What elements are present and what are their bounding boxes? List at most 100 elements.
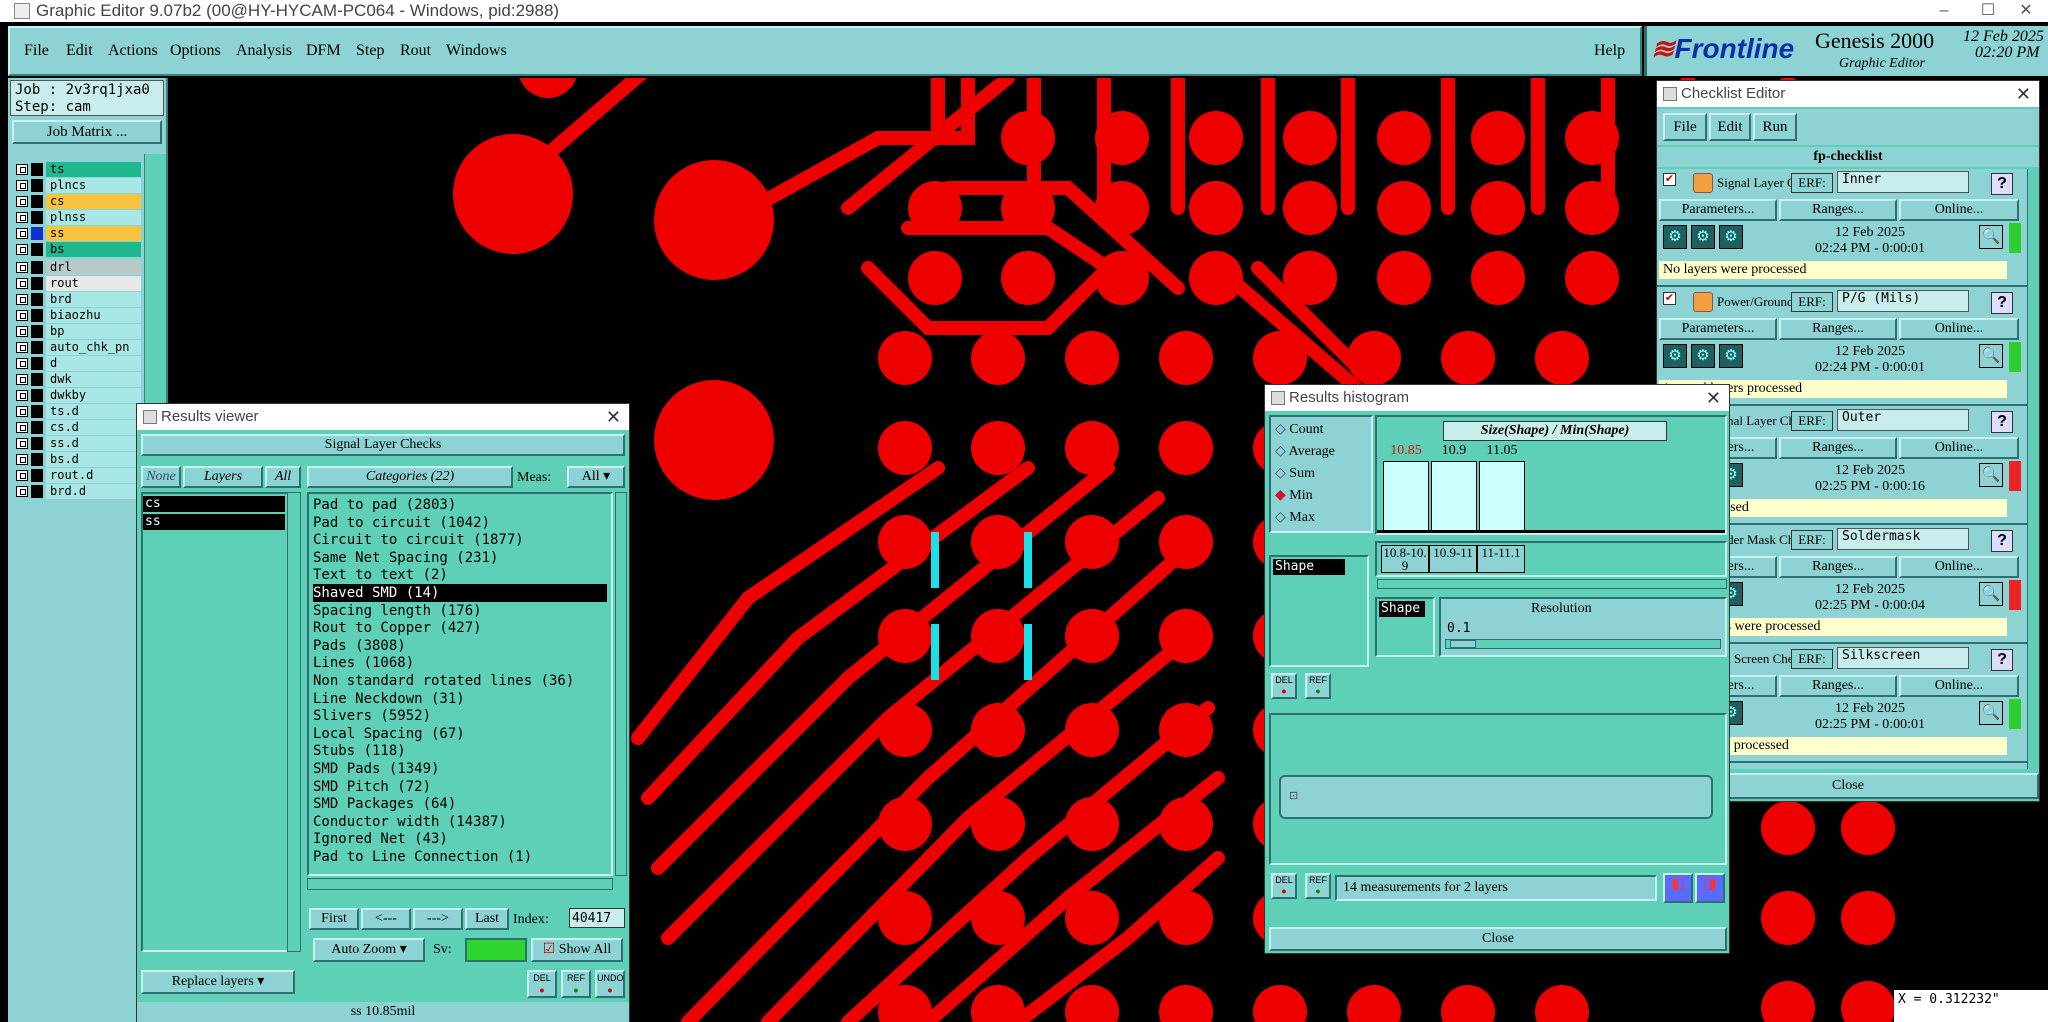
layer-color-swatch[interactable] xyxy=(31,277,43,290)
histogram-bar[interactable] xyxy=(1479,461,1525,533)
layer-color-swatch[interactable] xyxy=(31,373,43,386)
help-icon[interactable]: ? xyxy=(1991,649,2013,671)
layer-color-swatch[interactable] xyxy=(31,357,43,370)
layer-name[interactable]: ts xyxy=(46,162,141,177)
layer-checkbox[interactable] xyxy=(16,196,28,207)
layer-name[interactable]: ts.d xyxy=(46,404,141,419)
layer-row[interactable]: dwkby xyxy=(14,388,141,403)
layer-row[interactable]: d xyxy=(14,356,141,371)
resolution-slider[interactable] xyxy=(1445,639,1721,649)
layer-row[interactable]: brd xyxy=(14,292,141,307)
histogram-del-button[interactable]: DEL ● xyxy=(1271,673,1297,699)
layer-row[interactable]: rout xyxy=(14,276,141,291)
category-item[interactable]: Pad to circuit (1042) xyxy=(313,514,607,532)
result-layer-item[interactable]: cs xyxy=(143,496,285,512)
run-all-icon[interactable]: ⚙ xyxy=(1719,225,1743,249)
layer-color-swatch[interactable] xyxy=(31,453,43,466)
layer-row[interactable]: ts xyxy=(14,162,141,177)
menu-actions[interactable]: Actions xyxy=(108,42,158,60)
layer-checkbox[interactable] xyxy=(16,470,28,481)
mode-radio-min[interactable]: ◆ Min xyxy=(1275,487,1313,504)
category-item[interactable]: Same Net Spacing (231) xyxy=(313,549,607,567)
histogram-close-icon[interactable]: ✕ xyxy=(1706,385,1721,411)
last-button[interactable]: Last xyxy=(465,908,509,930)
mode-radio-sum[interactable]: ◇ Sum xyxy=(1275,465,1315,482)
layer-checkbox[interactable] xyxy=(16,180,28,191)
mode-radio-average[interactable]: ◇ Average xyxy=(1275,443,1335,460)
layer-checkbox[interactable] xyxy=(16,212,28,223)
parameters-button[interactable]: Parameters... xyxy=(1659,318,1777,340)
undo-button[interactable]: UNDO ● xyxy=(595,970,625,998)
layer-row[interactable]: cs xyxy=(14,194,141,209)
erf-field[interactable]: Outer xyxy=(1837,409,1969,431)
layer-name[interactable]: dwk xyxy=(46,372,141,387)
online-button[interactable]: Online... xyxy=(1899,675,2019,697)
category-item[interactable]: Rout to Copper (427) xyxy=(313,619,607,637)
layer-color-swatch[interactable] xyxy=(31,243,43,256)
result-layer-item[interactable]: ss xyxy=(143,514,285,530)
close-window-button[interactable]: ✕ xyxy=(2004,0,2048,22)
resolution-slider-thumb[interactable] xyxy=(1450,640,1476,648)
layer-color-swatch[interactable] xyxy=(31,179,43,192)
layer-name[interactable]: ss xyxy=(46,226,141,241)
first-button[interactable]: First xyxy=(309,908,359,930)
layer-name[interactable]: cs xyxy=(46,194,141,209)
layer-checkbox[interactable] xyxy=(16,342,28,353)
histogram-hscrollbar[interactable] xyxy=(1377,579,1727,589)
run-all-icon[interactable]: ⚙ xyxy=(1719,344,1743,368)
layer-color-swatch[interactable] xyxy=(31,469,43,482)
layer-row[interactable]: ss xyxy=(14,226,141,241)
del-button[interactable]: DEL ● xyxy=(527,970,557,998)
mode-radio-count[interactable]: ◇ Count xyxy=(1275,421,1324,438)
run-action-icon[interactable]: ⚙ xyxy=(1663,225,1687,249)
meas-dropdown[interactable]: All ▾ xyxy=(567,466,625,488)
layer-color-swatch[interactable] xyxy=(31,325,43,338)
ranges-button[interactable]: Ranges... xyxy=(1779,318,1897,340)
category-item[interactable]: Pad to pad (2803) xyxy=(313,496,607,514)
replace-layers-dropdown[interactable]: Replace layers ▾ xyxy=(141,970,295,994)
layer-checkbox[interactable] xyxy=(16,486,28,497)
layer-name[interactable]: biaozhu xyxy=(46,308,141,323)
category-item[interactable]: Conductor width (14387) xyxy=(313,813,607,831)
run-action-icon[interactable]: ⚙ xyxy=(1663,344,1687,368)
category-item[interactable]: SMD Packages (64) xyxy=(313,795,607,813)
layer-checkbox[interactable] xyxy=(16,294,28,305)
results-view-icon[interactable]: 🔍 xyxy=(1979,225,2003,249)
layer-checkbox[interactable] xyxy=(16,164,28,175)
menu-dfm[interactable]: DFM xyxy=(306,42,341,60)
category-item[interactable]: Pad to Line Connection (1) xyxy=(313,848,607,866)
category-item[interactable]: SMD Pads (1349) xyxy=(313,760,607,778)
next-button[interactable]: ---> xyxy=(413,908,463,930)
layer-color-swatch[interactable] xyxy=(31,389,43,402)
category-item[interactable]: Lines (1068) xyxy=(313,654,607,672)
online-button[interactable]: Online... xyxy=(1899,437,2019,459)
layer-row[interactable]: drl xyxy=(14,260,141,275)
category-item[interactable]: SMD Pitch (72) xyxy=(313,778,607,796)
layer-name[interactable]: cs.d xyxy=(46,420,141,435)
layer-color-swatch[interactable] xyxy=(31,293,43,306)
layer-checkbox[interactable] xyxy=(16,310,28,321)
layer-color-swatch[interactable] xyxy=(31,211,43,224)
detail-ref-button[interactable]: REF ● xyxy=(1305,873,1331,899)
layer-color-swatch[interactable] xyxy=(31,341,43,354)
online-button[interactable]: Online... xyxy=(1899,318,2019,340)
checklist-close-icon[interactable]: ✕ xyxy=(2016,81,2031,107)
results-view-icon[interactable]: 🔍 xyxy=(1979,463,2003,487)
layer-row[interactable]: bs xyxy=(14,242,141,257)
layer-checkbox[interactable] xyxy=(16,244,28,255)
menu-file[interactable]: File xyxy=(24,42,49,60)
ranges-button[interactable]: Ranges... xyxy=(1779,556,1897,578)
online-button[interactable]: Online... xyxy=(1899,199,2019,221)
menu-help[interactable]: Help xyxy=(1594,42,1625,60)
layer-name[interactable]: rout.d xyxy=(46,468,141,483)
online-button[interactable]: Online... xyxy=(1899,556,2019,578)
category-item[interactable]: Slivers (5952) xyxy=(313,707,607,725)
layer-checkbox[interactable] xyxy=(16,262,28,273)
layer-color-swatch[interactable] xyxy=(31,261,43,274)
layer-color-swatch[interactable] xyxy=(31,163,43,176)
layer-checkbox[interactable] xyxy=(16,278,28,289)
layer-name[interactable]: plnss xyxy=(46,210,141,225)
menu-edit[interactable]: Edit xyxy=(66,42,93,60)
layer-checkbox[interactable] xyxy=(16,390,28,401)
layer-color-swatch[interactable] xyxy=(31,309,43,322)
